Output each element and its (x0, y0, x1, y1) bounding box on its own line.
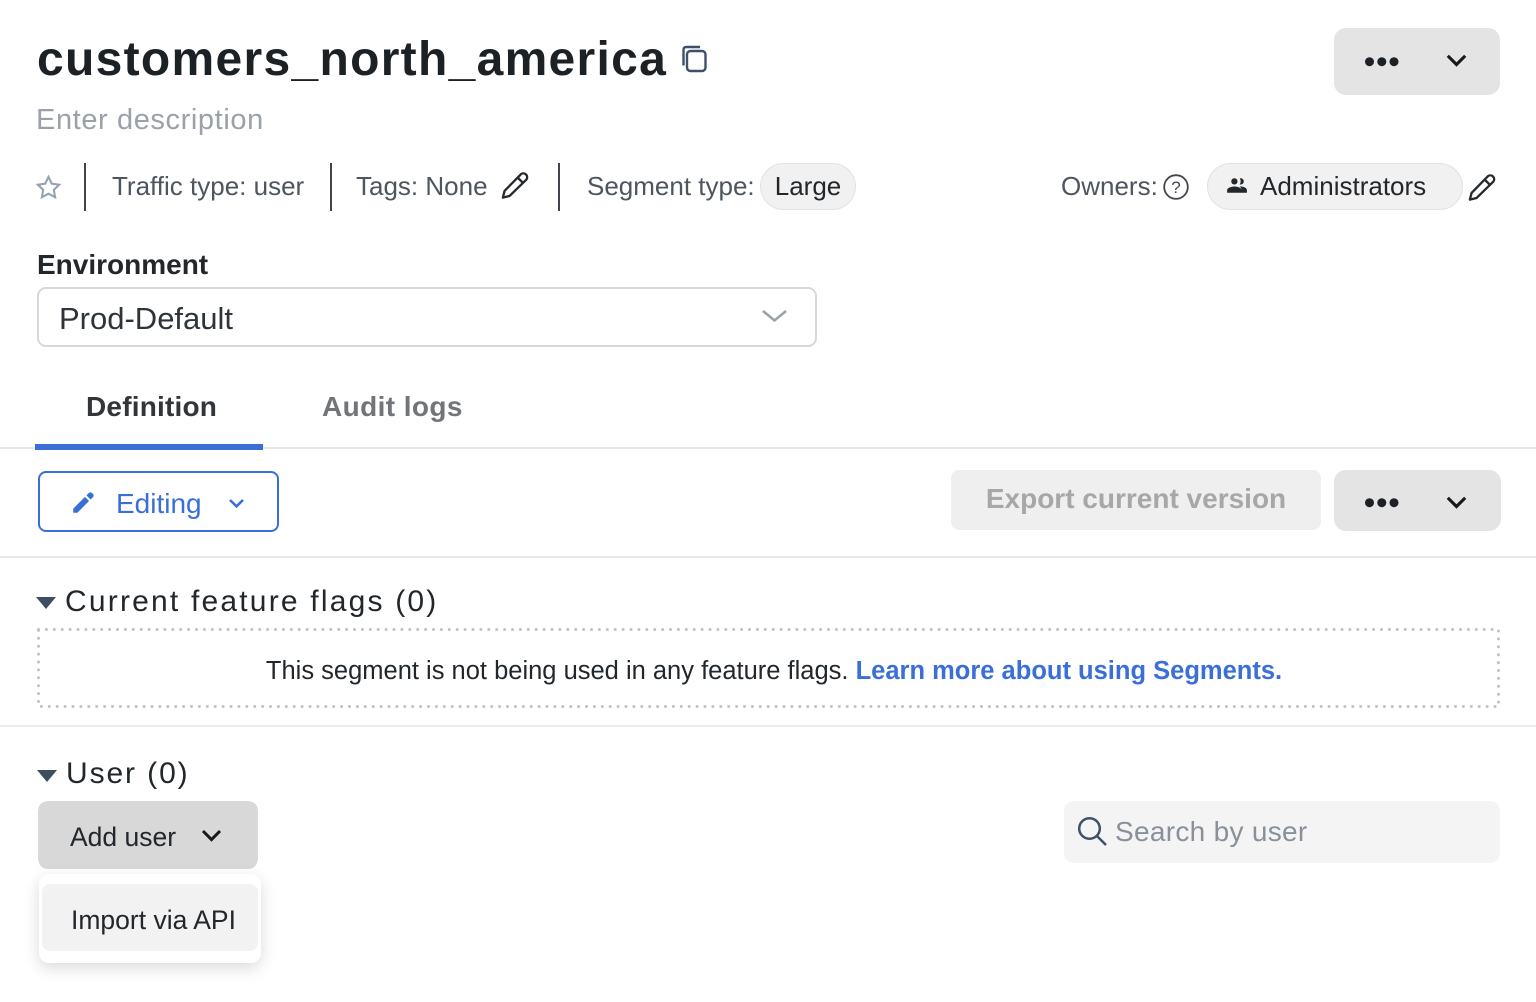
svg-text:?: ? (1171, 178, 1180, 197)
